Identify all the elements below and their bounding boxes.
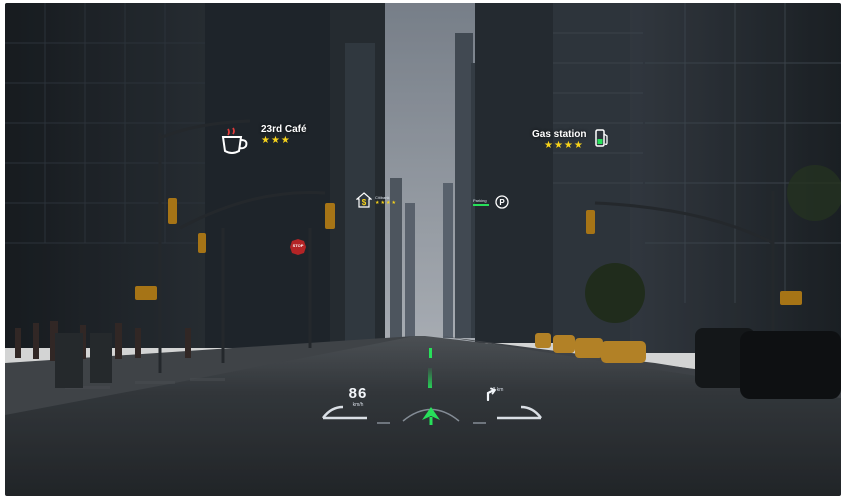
fuel-pump-icon <box>595 129 608 147</box>
poi-parking-label: Parking <box>473 198 487 203</box>
stop-sign: STOP <box>292 243 304 248</box>
city-street-scene: 23rd Café ★★★ Gas station ★★★★ $ Citiban… <box>5 3 841 496</box>
parking-p-icon: P <box>495 195 509 209</box>
poi-cafe-name: 23rd Café <box>261 124 307 135</box>
hud-speed-value: 86 <box>348 385 368 402</box>
svg-text:$: $ <box>362 198 367 207</box>
poi-gas-name: Gas station <box>532 129 587 140</box>
turn-right-arrow-icon <box>486 387 497 401</box>
coffee-cup-icon <box>221 127 248 154</box>
parking-availability-bar <box>473 204 489 206</box>
poi-cafe-rating: ★★★ <box>261 135 291 146</box>
poi-atm-rating: ★★★★ <box>375 200 397 206</box>
svg-text:P: P <box>499 198 505 207</box>
hud-next-turn: 3 km <box>483 387 513 401</box>
hud-speed-unit: km/h <box>352 402 364 408</box>
navigation-arrow-icon <box>422 407 440 425</box>
hud-speed: 86 km/h <box>339 385 377 408</box>
poi-gas-rating: ★★★★ <box>544 140 584 151</box>
dollar-sign-icon: $ <box>356 192 372 208</box>
